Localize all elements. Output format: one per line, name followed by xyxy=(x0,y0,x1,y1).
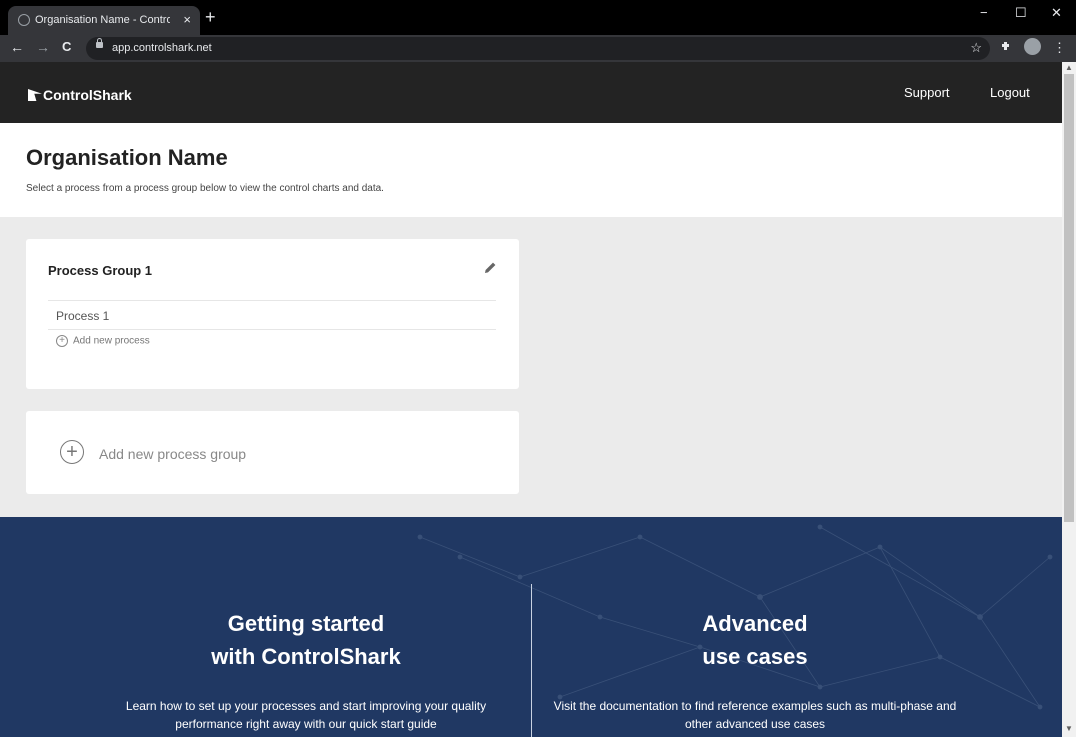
menu-icon[interactable]: ⋮ xyxy=(1053,40,1066,56)
getting-started-section[interactable]: Getting started with ControlShark Learn h… xyxy=(76,607,536,733)
add-process-button[interactable]: + Add new process xyxy=(56,335,150,347)
reload-icon[interactable]: C xyxy=(62,39,71,54)
page-scrollbar[interactable]: ▲ ▼ xyxy=(1062,62,1076,737)
page-subtitle: Select a process from a process group be… xyxy=(26,183,384,194)
shark-logo-icon xyxy=(28,89,42,101)
advanced-title: Advanced use cases xyxy=(702,611,808,669)
logo[interactable]: ControlShark xyxy=(28,87,132,103)
plus-circle-icon: + xyxy=(60,440,84,464)
page-title: Organisation Name xyxy=(26,145,228,170)
logo-text: ControlShark xyxy=(43,87,132,103)
plus-circle-icon: + xyxy=(56,335,68,347)
forward-icon[interactable]: → xyxy=(36,39,50,55)
maximize-button[interactable]: ☐ xyxy=(1015,5,1027,21)
url-text: app.controlshark.net xyxy=(112,42,212,54)
pencil-icon[interactable] xyxy=(484,261,497,277)
app-header: ControlShark Support Logout xyxy=(0,62,1062,123)
intro-section: Organisation Name Select a process from … xyxy=(0,123,1062,217)
add-process-group-card[interactable]: + Add new process group xyxy=(26,411,519,494)
page-content: ControlShark Support Logout Organisation… xyxy=(0,62,1062,737)
lock-icon xyxy=(96,38,103,48)
tab-title: Organisation Name - ControlShark xyxy=(35,14,170,26)
close-window-button[interactable]: ✕ xyxy=(1051,5,1062,21)
process-name: Process 1 xyxy=(56,309,110,323)
globe-icon xyxy=(18,14,30,26)
add-process-group-label: Add new process group xyxy=(99,446,247,462)
support-link[interactable]: Support xyxy=(904,85,950,100)
scroll-up-arrow-icon[interactable]: ▲ xyxy=(1065,63,1073,72)
getting-started-title: Getting started with ControlShark xyxy=(211,611,401,669)
extensions-icon[interactable] xyxy=(1000,40,1012,55)
process-group-card: Process Group 1 Process 1 + Add new proce… xyxy=(26,239,519,389)
profile-icon[interactable] xyxy=(1024,38,1041,55)
browser-toolbar: ← → C app.controlshark.net ☆ ⋮ xyxy=(0,35,1076,62)
scrollbar-thumb[interactable] xyxy=(1064,74,1074,522)
scroll-down-arrow-icon[interactable]: ▼ xyxy=(1065,724,1073,733)
advanced-text: Visit the documentation to find referenc… xyxy=(553,699,957,731)
browser-tab-bar: Organisation Name - ControlShark × + − ☐… xyxy=(0,0,1076,35)
footer-banner: Getting started with ControlShark Learn h… xyxy=(0,517,1062,737)
star-icon[interactable]: ☆ xyxy=(970,40,982,56)
process-group-title: Process Group 1 xyxy=(48,263,153,278)
add-process-label: Add new process xyxy=(73,335,150,347)
logout-link[interactable]: Logout xyxy=(990,85,1030,100)
new-tab-button[interactable]: + xyxy=(205,8,216,26)
browser-tab[interactable]: Organisation Name - ControlShark × xyxy=(8,6,200,35)
back-icon[interactable]: ← xyxy=(10,39,24,55)
advanced-use-cases-section[interactable]: Advanced use cases Visit the documentatio… xyxy=(525,607,985,733)
tab-close-icon[interactable]: × xyxy=(183,12,191,27)
minimize-button[interactable]: − xyxy=(980,5,988,20)
getting-started-text: Learn how to set up your processes and s… xyxy=(125,699,487,731)
address-bar[interactable]: app.controlshark.net ☆ xyxy=(86,37,990,60)
process-row[interactable]: Process 1 xyxy=(48,300,496,330)
